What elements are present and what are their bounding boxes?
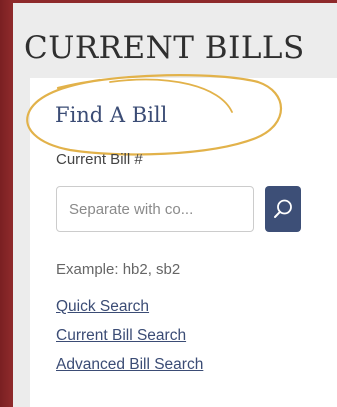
quick-search-link[interactable]: Quick Search (56, 298, 149, 316)
panel-title: CURRENT BILLS (24, 30, 305, 66)
example-text: Example: hb2, sb2 (56, 261, 181, 278)
current-bill-label: Current Bill # (56, 151, 143, 168)
page-background (0, 0, 12, 407)
search-icon (274, 199, 292, 218)
bill-number-input[interactable] (56, 186, 254, 232)
search-button[interactable] (265, 186, 301, 232)
current-bill-search-link[interactable]: Current Bill Search (56, 327, 186, 345)
advanced-bill-search-link[interactable]: Advanced Bill Search (56, 356, 203, 374)
find-a-bill-heading: Find A Bill (55, 103, 168, 127)
